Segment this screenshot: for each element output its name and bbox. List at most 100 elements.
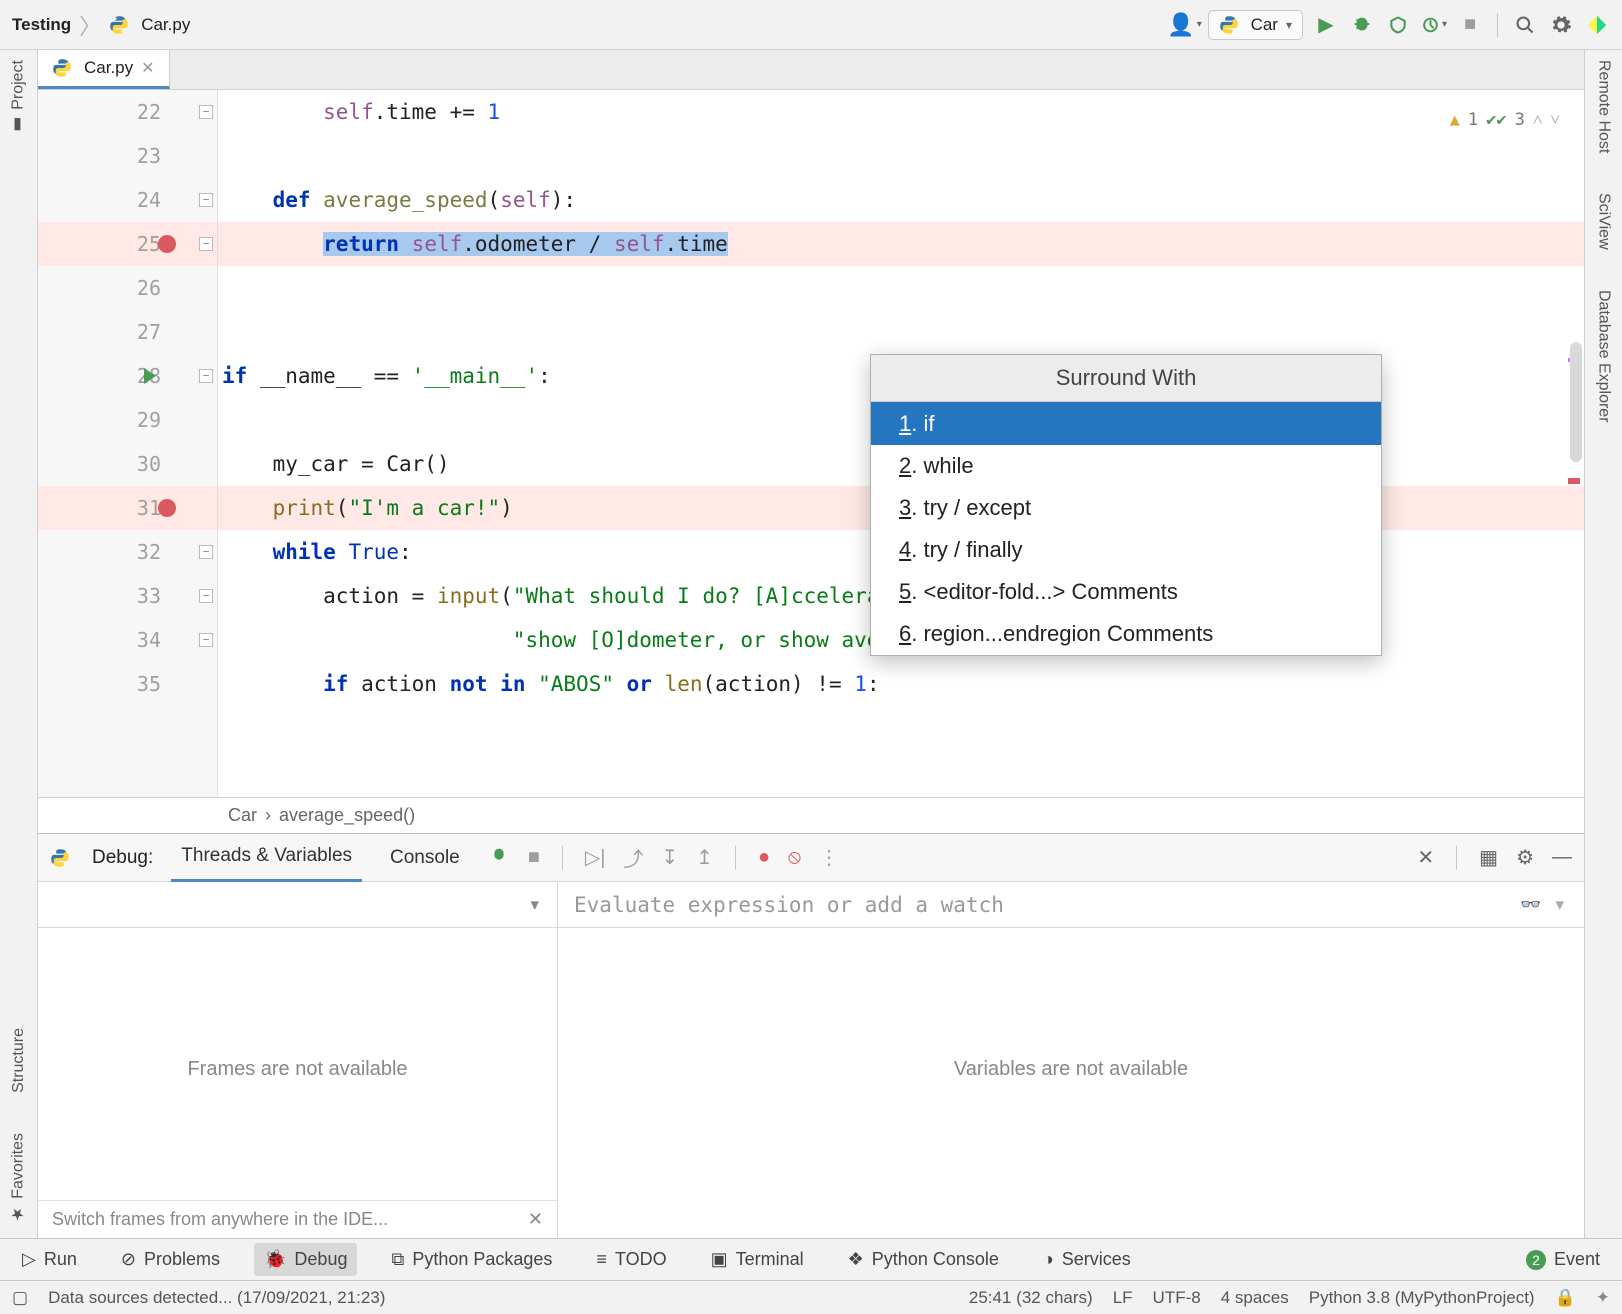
popup-item-region[interactable]: 6. region...endregion Comments bbox=[871, 613, 1381, 655]
fold-icon[interactable]: − bbox=[199, 545, 213, 559]
structure-tool-button[interactable]: Structure bbox=[10, 1028, 28, 1093]
profile-button[interactable]: ▾ bbox=[1421, 12, 1447, 38]
mute-breakpoints-icon[interactable]: ⦸ bbox=[788, 846, 801, 869]
services-tool-button[interactable]: ◑Services bbox=[1033, 1243, 1141, 1276]
services-icon: ◑ bbox=[1043, 1249, 1054, 1270]
vars-empty-msg: Variables are not available bbox=[558, 1058, 1584, 1081]
debug-panel: Debug: Threads & Variables Console ■ ▷| … bbox=[38, 833, 1584, 1238]
lock-icon[interactable]: 🔒 bbox=[1555, 1288, 1576, 1308]
view-breakpoints-icon[interactable]: ● bbox=[758, 846, 770, 869]
fold-icon[interactable]: − bbox=[199, 237, 213, 251]
jetbrains-icon[interactable] bbox=[1584, 12, 1610, 38]
frames-empty-msg: Frames are not available bbox=[38, 1058, 557, 1081]
stop-button: ■ bbox=[1457, 12, 1483, 38]
editor-scrollbar[interactable] bbox=[1566, 90, 1582, 797]
search-icon[interactable] bbox=[1512, 12, 1538, 38]
favorites-tool-button[interactable]: ★ Favorites bbox=[9, 1133, 28, 1224]
debug-button[interactable] bbox=[1349, 12, 1375, 38]
scrollbar-thumb[interactable] bbox=[1570, 342, 1582, 462]
tab-console[interactable]: Console bbox=[380, 835, 470, 881]
left-dock: ▮ Project Structure ★ Favorites bbox=[0, 50, 38, 1238]
line-separator[interactable]: LF bbox=[1113, 1288, 1133, 1308]
python-packages-tool-button[interactable]: ⧉Python Packages bbox=[381, 1243, 562, 1276]
tab-threads-variables[interactable]: Threads & Variables bbox=[171, 833, 362, 882]
breakpoint-icon[interactable] bbox=[158, 499, 176, 517]
editor[interactable]: 22− 23 24− 25− 26 27 28− 29 30 31 32− 33… bbox=[38, 90, 1584, 797]
navigation-bar[interactable]: Car › average_speed() bbox=[38, 797, 1584, 833]
popup-item-editor-fold[interactable]: 5. <editor-fold...> Comments bbox=[871, 571, 1381, 613]
fold-icon[interactable]: − bbox=[199, 369, 213, 383]
tool-windows-icon[interactable]: ▢ bbox=[12, 1288, 28, 1308]
chevron-right-icon: 〉 bbox=[79, 9, 101, 41]
chevron-down-icon[interactable]: ▾ bbox=[1555, 895, 1564, 915]
terminal-tool-button[interactable]: ▣Terminal bbox=[701, 1243, 814, 1276]
fold-icon[interactable]: − bbox=[199, 589, 213, 603]
main-toolbar: Testing 〉 Car.py 👤▾ Car ▾ ▶ ▾ ■ bbox=[0, 0, 1622, 50]
python-interpreter[interactable]: Python 3.8 (MyPythonProject) bbox=[1309, 1288, 1535, 1308]
package-icon: ⧉ bbox=[391, 1249, 404, 1270]
run-tool-button[interactable]: ▷Run bbox=[12, 1243, 87, 1276]
run-gutter-icon[interactable] bbox=[144, 368, 156, 384]
fold-icon[interactable]: − bbox=[199, 193, 213, 207]
minimize-icon[interactable]: — bbox=[1552, 846, 1572, 869]
event-log-button[interactable]: 2 Event bbox=[1516, 1243, 1610, 1276]
project-name[interactable]: Testing bbox=[12, 15, 71, 35]
play-icon: ▷ bbox=[22, 1249, 36, 1270]
user-icon[interactable]: 👤▾ bbox=[1172, 12, 1198, 38]
terminal-icon: ▣ bbox=[711, 1249, 728, 1270]
python-console-tool-button[interactable]: ❖Python Console bbox=[838, 1243, 1009, 1276]
cursor-position[interactable]: 25:41 (32 chars) bbox=[969, 1288, 1093, 1308]
debug-label: Debug: bbox=[92, 847, 153, 869]
fold-icon[interactable]: − bbox=[199, 633, 213, 647]
star-icon: ★ bbox=[9, 1205, 28, 1224]
run-button[interactable]: ▶ bbox=[1313, 12, 1339, 38]
popup-item-try-finally[interactable]: 4. try / finally bbox=[871, 529, 1381, 571]
todo-tool-button[interactable]: ≡TODO bbox=[586, 1243, 676, 1276]
evaluate-expression-input[interactable]: Evaluate expression or add a watch bbox=[558, 893, 1520, 917]
step-over-icon: ⤴ bbox=[623, 843, 643, 872]
run-config-selector[interactable]: Car ▾ bbox=[1208, 10, 1303, 40]
python-file-icon bbox=[52, 58, 72, 78]
popup-item-while[interactable]: 2. while bbox=[871, 445, 1381, 487]
popup-item-try-except[interactable]: 3. try / except bbox=[871, 487, 1381, 529]
step-out-icon: ↥ bbox=[696, 845, 713, 870]
variables-pane: Variables are not available bbox=[558, 928, 1584, 1238]
settings-icon[interactable]: ⚙ bbox=[1516, 845, 1534, 870]
bottom-tool-strip: ▷Run ⊘Problems 🐞Debug ⧉Python Packages ≡… bbox=[0, 1238, 1622, 1280]
problems-tool-button[interactable]: ⊘Problems bbox=[111, 1243, 230, 1276]
project-tool-button[interactable]: ▮ Project bbox=[9, 60, 28, 135]
python-file-icon bbox=[109, 15, 129, 35]
coverage-button[interactable] bbox=[1385, 12, 1411, 38]
close-icon[interactable]: ✕ bbox=[1417, 845, 1434, 870]
close-tab-icon[interactable]: ✕ bbox=[141, 58, 154, 78]
gutter[interactable]: 22− 23 24− 25− 26 27 28− 29 30 31 32− 33… bbox=[38, 90, 218, 797]
inspection-widget[interactable]: ▲1 ✔✔3 ˄ ˅ bbox=[1450, 98, 1560, 142]
chevron-up-icon[interactable]: ˄ bbox=[1533, 98, 1543, 142]
frames-dropdown[interactable]: ▾ bbox=[38, 882, 558, 927]
sciview-tool[interactable]: SciView bbox=[1595, 193, 1613, 250]
folder-icon: ▮ bbox=[9, 116, 28, 135]
popup-item-if[interactable]: 1. if bbox=[871, 402, 1381, 445]
breakpoint-icon[interactable] bbox=[158, 235, 176, 253]
close-hint-icon[interactable]: ✕ bbox=[528, 1209, 543, 1230]
layout-icon[interactable]: ▦ bbox=[1479, 845, 1498, 870]
fold-icon[interactable]: − bbox=[199, 105, 213, 119]
file-encoding[interactable]: UTF-8 bbox=[1153, 1288, 1201, 1308]
settings-icon[interactable] bbox=[1548, 12, 1574, 38]
indent-setting[interactable]: 4 spaces bbox=[1221, 1288, 1289, 1308]
remote-host-tool[interactable]: Remote Host bbox=[1595, 60, 1613, 153]
checkmark-icon: ✔✔ bbox=[1486, 98, 1506, 142]
chevron-down-icon[interactable]: ˅ bbox=[1550, 98, 1560, 142]
hint-text: Switch frames from anywhere in the IDE..… bbox=[52, 1209, 388, 1230]
debug-icon[interactable] bbox=[488, 844, 510, 872]
database-tool[interactable]: Database Explorer bbox=[1595, 290, 1613, 423]
more-icon[interactable]: ⋮ bbox=[819, 845, 839, 870]
file-tab-car[interactable]: Car.py ✕ bbox=[38, 50, 170, 89]
current-file[interactable]: Car.py bbox=[141, 15, 190, 35]
indicator-icon[interactable]: ✦ bbox=[1596, 1288, 1610, 1308]
python-file-icon bbox=[1219, 15, 1239, 35]
glasses-icon[interactable]: 👓 bbox=[1520, 895, 1541, 915]
surround-with-popup: Surround With 1. if 2. while 3. try / ex… bbox=[870, 354, 1382, 656]
status-msg[interactable]: Data sources detected... (17/09/2021, 21… bbox=[48, 1288, 385, 1308]
debug-tool-button[interactable]: 🐞Debug bbox=[254, 1243, 357, 1276]
